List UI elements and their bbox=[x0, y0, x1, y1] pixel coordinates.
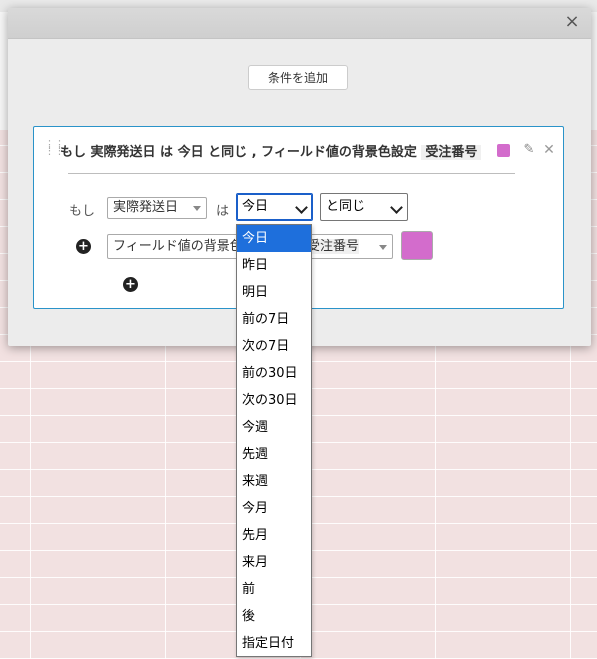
action-select-value: フィールド値の背景色 bbox=[113, 239, 243, 254]
dropdown-option[interactable]: 後 bbox=[237, 603, 311, 630]
operator-select[interactable]: と同じ bbox=[320, 193, 408, 221]
rule-summary-text: もし 実際発送日 は 今日 と同じ , フィールド値の背景色設定 bbox=[60, 145, 417, 160]
date-dropdown-list: 今日 昨日 明日 前の7日 次の7日 前の30日 次の30日 今週 先週 来週 今月 先月 来月前後指定… bbox=[236, 224, 312, 657]
dropdown-option[interactable]: 来月 bbox=[237, 549, 311, 576]
divider bbox=[68, 173, 515, 174]
pencil-icon[interactable]: ✎ bbox=[521, 142, 537, 158]
dropdown-option[interactable]: 来週 bbox=[237, 468, 311, 495]
dropdown-option[interactable]: 明日 bbox=[237, 279, 311, 306]
color-swatch bbox=[497, 144, 510, 157]
add-row-icon[interactable]: + bbox=[76, 239, 91, 254]
dropdown-option[interactable]: 次の30日 bbox=[237, 387, 311, 414]
caret-down-icon bbox=[379, 245, 387, 250]
dropdown-option[interactable]: 今月 bbox=[237, 495, 311, 522]
chevron-down-icon bbox=[390, 201, 403, 214]
add-action-icon[interactable]: + bbox=[123, 277, 138, 292]
add-condition-button[interactable]: 条件を追加 bbox=[248, 65, 348, 90]
dropdown-option[interactable]: 前の7日 bbox=[237, 306, 311, 333]
dropdown-option[interactable]: 先週 bbox=[237, 441, 311, 468]
rule-summary: もし 実際発送日 は 今日 と同じ , フィールド値の背景色設定 受注番号 bbox=[60, 141, 482, 160]
dropdown-option[interactable]: 先月 bbox=[237, 522, 311, 549]
target-field-value: 受注番号 bbox=[307, 239, 360, 254]
chevron-down-icon bbox=[295, 201, 308, 214]
dropdown-option[interactable]: 昨日 bbox=[237, 252, 311, 279]
color-picker-button[interactable] bbox=[401, 231, 433, 260]
operator-select-value: と同じ bbox=[326, 199, 366, 214]
dropdown-option[interactable]: 次の7日 bbox=[237, 333, 311, 360]
dropdown-option[interactable]: 今週 bbox=[237, 414, 311, 441]
dropdown-option[interactable]: 今日 bbox=[237, 225, 311, 252]
drag-handle-icon[interactable]: ⋮⋮ ⋮⋮ bbox=[44, 139, 65, 156]
dropdown-option[interactable]: 指定日付 bbox=[237, 630, 311, 657]
delete-rule-icon[interactable]: ✕ bbox=[542, 142, 556, 158]
dialog-header: × bbox=[8, 8, 591, 39]
field-select-value: 実際発送日 bbox=[113, 200, 179, 215]
is-label: は bbox=[216, 204, 230, 219]
close-icon[interactable]: × bbox=[563, 13, 581, 31]
date-select[interactable]: 今日 bbox=[236, 193, 313, 221]
dropdown-option[interactable]: 前 bbox=[237, 576, 311, 603]
if-label: もし bbox=[69, 204, 96, 219]
rule-summary-field: 受注番号 bbox=[421, 145, 482, 160]
dropdown-option[interactable]: 前の30日 bbox=[237, 360, 311, 387]
caret-down-icon bbox=[193, 206, 201, 211]
field-select[interactable]: 実際発送日 bbox=[107, 197, 207, 219]
date-select-value: 今日 bbox=[242, 199, 269, 214]
target-field-select[interactable]: 受注番号 bbox=[302, 234, 393, 259]
